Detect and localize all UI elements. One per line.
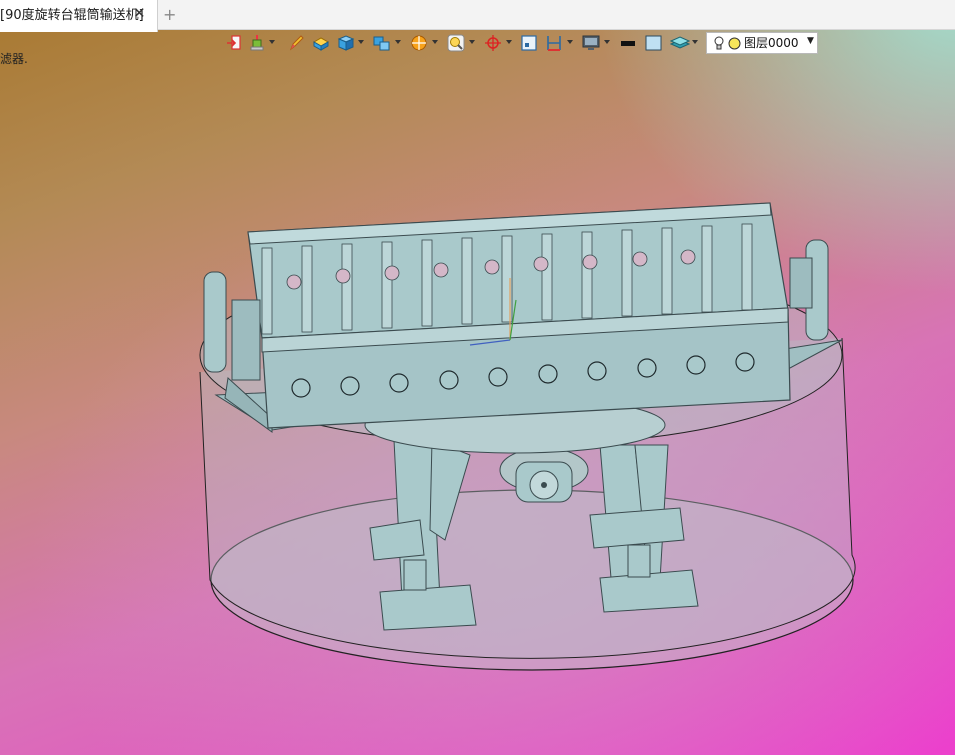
cad-model [199, 202, 856, 671]
model-viewport[interactable] [0, 0, 955, 755]
